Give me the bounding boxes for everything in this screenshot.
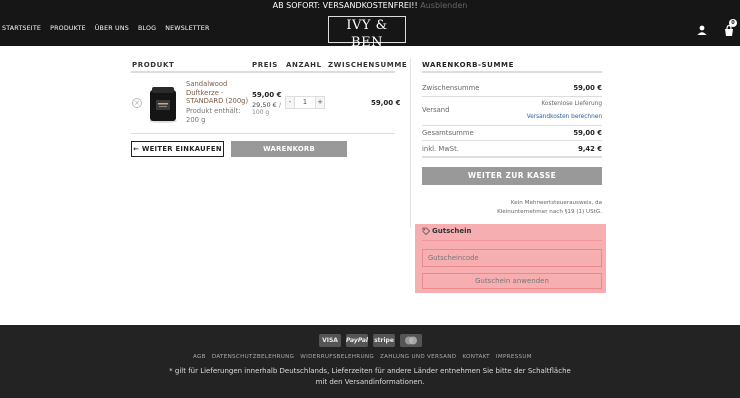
nav-item-ueber-uns[interactable]: ÜBER UNS [95, 25, 129, 32]
vat-label: inkl. MwSt. [422, 145, 459, 153]
product-image[interactable] [146, 84, 180, 124]
summary-divider [422, 96, 602, 97]
footer-shipping-note: * gilt für Lieferungen innerhalb Deutsch… [169, 367, 571, 386]
subtotal-label: Zwischensumme [422, 84, 480, 92]
update-cart-button[interactable]: WARENKORB AKTUALISIEREN [231, 141, 347, 169]
logo-name: IVY & BEN [346, 18, 388, 50]
coupon-section: Gutschein Gutscheincode Gutschein anwend… [415, 224, 606, 293]
paypal-icon: PayPal [346, 334, 368, 347]
footer-link-kontakt[interactable]: KONTAKT [462, 354, 490, 360]
tax-note: Kein Mehrwertsteuerausweis, da Kleinunte… [497, 200, 602, 215]
nav-item-newsletter[interactable]: NEWSLETTER [165, 25, 209, 32]
footer-link-zahlung-versand[interactable]: ZAHLUNG UND VERSAND [380, 354, 456, 360]
site-header: STARTSEITE PRODUKTE ÜBER UNS BLOG NEWSLE… [0, 13, 740, 57]
shipping-calc-link[interactable]: Versandkosten berechnen [527, 114, 602, 120]
summary-divider [422, 140, 602, 141]
product-unit-price: 29,50 € / [252, 101, 281, 109]
product-unit: 100 g [252, 109, 270, 116]
user-icon[interactable] [697, 25, 707, 35]
mastercard-icon [400, 334, 422, 347]
cart-totals-title: WARENKORB-SUMME [422, 61, 514, 69]
table-header-divider [131, 71, 395, 73]
col-header-subtotal: ZWISCHENSUMME [328, 61, 408, 69]
stripe-icon: stripe [373, 334, 395, 347]
footer-link-widerruf[interactable]: WIDERRUFSBELEHRUNG [300, 354, 374, 360]
col-header-price: PREIS [252, 61, 278, 69]
continue-shopping-button[interactable]: ← WEITER EINKAUFEN [131, 141, 224, 157]
remove-item-button[interactable]: × [132, 98, 142, 108]
footer-link-agb[interactable]: AGB [193, 354, 206, 360]
qty-minus-button[interactable]: - [285, 96, 295, 109]
unit-price-separator: / [276, 101, 282, 109]
col-header-qty: ANZAHL [286, 61, 322, 69]
tag-icon [422, 227, 430, 235]
shipping-label: Versand [422, 106, 450, 114]
summary-header-divider [422, 71, 602, 73]
logo-sub: NEW YORK [345, 51, 389, 57]
payment-icons: VISA PayPal stripe [319, 334, 422, 347]
qty-plus-button[interactable]: + [315, 96, 325, 109]
footer-link-datenschutz[interactable]: DATENSCHUTZBELEHRUNG [212, 354, 294, 360]
total-label: Gesamtsumme [422, 129, 474, 137]
product-name-link[interactable]: Sandalwood Duftkerze - STANDARD (200g) [186, 80, 250, 106]
summary-divider [422, 125, 602, 126]
nav-item-blog[interactable]: BLOG [138, 25, 156, 32]
checkout-button[interactable]: WEITER ZUR KASSE [422, 167, 602, 185]
apply-coupon-button[interactable]: Gutschein anwenden [422, 273, 602, 289]
site-logo[interactable]: IVY & BEN NEW YORK [328, 16, 406, 57]
column-divider [410, 58, 411, 228]
announcement-bar: AB SOFORT: VERSANDKOSTENFREI!! Ausblende… [0, 0, 740, 13]
quantity-stepper: - 1 + [285, 96, 325, 109]
main-nav: STARTSEITE PRODUKTE ÜBER UNS BLOG NEWSLE… [2, 25, 210, 32]
visa-icon: VISA [319, 334, 341, 347]
announcement-text: AB SOFORT: VERSANDKOSTENFREI!! [272, 1, 421, 10]
unit-price-value: 29,50 € [252, 101, 277, 109]
total-value: 59,00 € [573, 129, 602, 137]
cart-count-badge: 0 [729, 19, 737, 27]
summary-bottom-divider [422, 156, 602, 158]
coupon-code-input[interactable]: Gutscheincode [422, 249, 602, 267]
footer-links: AGB DATENSCHUTZBELEHRUNG WIDERRUFSBELEHR… [193, 354, 532, 360]
product-price: 59,00 € [252, 91, 282, 99]
nav-item-produkte[interactable]: PRODUKTE [50, 25, 86, 32]
coupon-title: Gutschein [432, 227, 472, 235]
nav-item-startseite[interactable]: STARTSEITE [2, 25, 41, 32]
footer-link-impressum[interactable]: IMPRESSUM [496, 354, 532, 360]
qty-input[interactable]: 1 [295, 96, 315, 109]
row-divider [131, 133, 395, 134]
col-header-product: PRODUKT [132, 61, 175, 69]
site-footer: VISA PayPal stripe AGB DATENSCHUTZBELEHR… [0, 325, 740, 398]
item-subtotal: 59,00 € [371, 99, 401, 107]
shipping-value: Kostenlose Lieferung [541, 101, 602, 107]
product-content-info: Produkt enthält: 200 g [186, 107, 241, 124]
subtotal-value: 59,00 € [573, 84, 602, 92]
announcement-dismiss-link[interactable]: Ausblenden [420, 1, 467, 10]
coupon-divider [422, 240, 602, 241]
vat-value: 9,42 € [578, 145, 602, 153]
